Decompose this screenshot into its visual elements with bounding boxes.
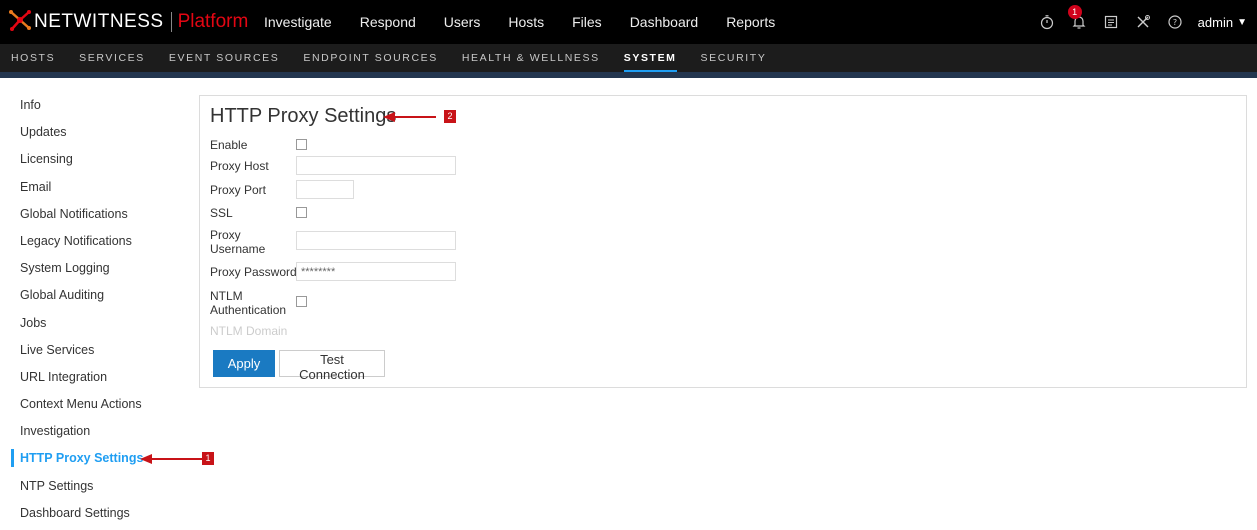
proxy-username-label-line2: Username bbox=[210, 242, 266, 256]
callout-arrow-1 bbox=[138, 452, 204, 466]
ntlm-auth-checkbox[interactable] bbox=[296, 296, 307, 307]
admin-tabs: HOSTS SERVICES EVENT SOURCES ENDPOINT SO… bbox=[0, 44, 1257, 72]
enable-label: Enable bbox=[210, 138, 248, 152]
ntlm-auth-label-line2: Authentication bbox=[210, 303, 287, 317]
callout-number-2: 2 bbox=[444, 110, 456, 123]
ssl-label: SSL bbox=[210, 206, 233, 220]
sidebar-item-url-integration[interactable]: URL Integration bbox=[0, 367, 180, 394]
notification-badge: 1 bbox=[1067, 5, 1082, 19]
header-tools: 1 ? admin ▼ bbox=[1024, 0, 1247, 44]
tab-hosts[interactable]: HOSTS bbox=[11, 52, 55, 64]
enable-checkbox[interactable] bbox=[296, 139, 307, 150]
proxy-port-input[interactable] bbox=[296, 180, 354, 199]
chevron-down-icon: ▼ bbox=[1237, 16, 1247, 28]
nav-reports[interactable]: Reports bbox=[726, 14, 775, 30]
tools-icon[interactable] bbox=[1134, 13, 1152, 31]
sidebar-item-live-services[interactable]: Live Services bbox=[0, 340, 180, 367]
ntlm-domain-label: NTLM Domain bbox=[210, 324, 288, 338]
logo-mark-icon bbox=[8, 8, 32, 36]
notes-icon[interactable] bbox=[1102, 13, 1120, 31]
ntlm-auth-label: NTLM Authentication bbox=[210, 289, 286, 317]
sidebar-item-email[interactable]: Email bbox=[0, 177, 180, 204]
nav-dashboard[interactable]: Dashboard bbox=[630, 14, 699, 30]
tab-event-sources[interactable]: EVENT SOURCES bbox=[169, 52, 279, 64]
sidebar-item-licensing[interactable]: Licensing bbox=[0, 149, 180, 176]
test-connection-button[interactable]: Test Connection bbox=[279, 350, 385, 382]
nav-respond[interactable]: Respond bbox=[360, 14, 416, 30]
user-name: admin bbox=[1197, 14, 1234, 30]
apply-button[interactable]: Apply bbox=[213, 350, 275, 377]
callout-arrow-2 bbox=[381, 110, 437, 124]
brand-logo[interactable]: NETWITNESS Platform bbox=[8, 9, 248, 35]
sidebar-item-global-notifications[interactable]: Global Notifications bbox=[0, 204, 180, 231]
tab-endpoint-sources[interactable]: ENDPOINT SOURCES bbox=[303, 52, 438, 64]
stopwatch-icon[interactable] bbox=[1038, 13, 1056, 31]
sidebar-item-system-logging[interactable]: System Logging bbox=[0, 258, 180, 285]
nav-files[interactable]: Files bbox=[572, 14, 602, 30]
sidebar-item-legacy-notifications[interactable]: Legacy Notifications bbox=[0, 231, 180, 258]
help-icon[interactable]: ? bbox=[1166, 13, 1184, 31]
top-bar: NETWITNESS Platform Investigate Respond … bbox=[0, 0, 1257, 44]
ntlm-auth-label-line1: NTLM bbox=[210, 289, 243, 303]
tab-services[interactable]: SERVICES bbox=[79, 52, 145, 64]
ssl-checkbox[interactable] bbox=[296, 207, 307, 218]
sidebar-item-context-menu-actions[interactable]: Context Menu Actions bbox=[0, 394, 180, 421]
nav-investigate[interactable]: Investigate bbox=[264, 14, 332, 30]
callout-number-1: 1 bbox=[202, 452, 214, 465]
nav-hosts[interactable]: Hosts bbox=[508, 14, 544, 30]
main-nav: Investigate Respond Users Hosts Files Da… bbox=[264, 0, 803, 44]
nav-users[interactable]: Users bbox=[444, 14, 481, 30]
sidebar-item-updates[interactable]: Updates bbox=[0, 122, 180, 149]
tab-system[interactable]: SYSTEM bbox=[623, 52, 677, 72]
tab-security[interactable]: SECURITY bbox=[701, 52, 767, 64]
sidebar-item-investigation[interactable]: Investigation bbox=[0, 421, 180, 448]
brand-divider bbox=[170, 12, 172, 32]
proxy-username-label-line1: Proxy bbox=[210, 228, 241, 242]
user-menu[interactable]: admin ▼ bbox=[1198, 15, 1247, 30]
sidebar-item-dashboard-settings[interactable]: Dashboard Settings bbox=[0, 503, 180, 530]
proxy-port-label: Proxy Port bbox=[210, 183, 267, 197]
proxy-host-input[interactable] bbox=[296, 156, 456, 175]
bell-icon[interactable]: 1 bbox=[1067, 5, 1088, 31]
proxy-password-input[interactable] bbox=[296, 262, 456, 281]
sidebar-item-ntp-settings[interactable]: NTP Settings bbox=[0, 476, 180, 503]
proxy-password-label: Proxy Password bbox=[210, 265, 297, 279]
proxy-username-label: Proxy Username bbox=[210, 228, 265, 256]
svg-text:?: ? bbox=[1173, 18, 1177, 27]
product-name: Platform bbox=[177, 11, 249, 32]
brand-name: NETWITNESS bbox=[34, 11, 164, 32]
proxy-host-label: Proxy Host bbox=[210, 159, 269, 173]
proxy-username-input[interactable] bbox=[296, 231, 456, 250]
sidebar-item-info[interactable]: Info bbox=[0, 95, 180, 122]
sidebar-item-global-auditing[interactable]: Global Auditing bbox=[0, 285, 180, 312]
tab-health-wellness[interactable]: HEALTH & WELLNESS bbox=[462, 52, 600, 64]
sidebar-item-jobs[interactable]: Jobs bbox=[0, 313, 180, 340]
header-divider bbox=[0, 72, 1257, 78]
page-title: HTTP Proxy Settings bbox=[210, 105, 397, 127]
